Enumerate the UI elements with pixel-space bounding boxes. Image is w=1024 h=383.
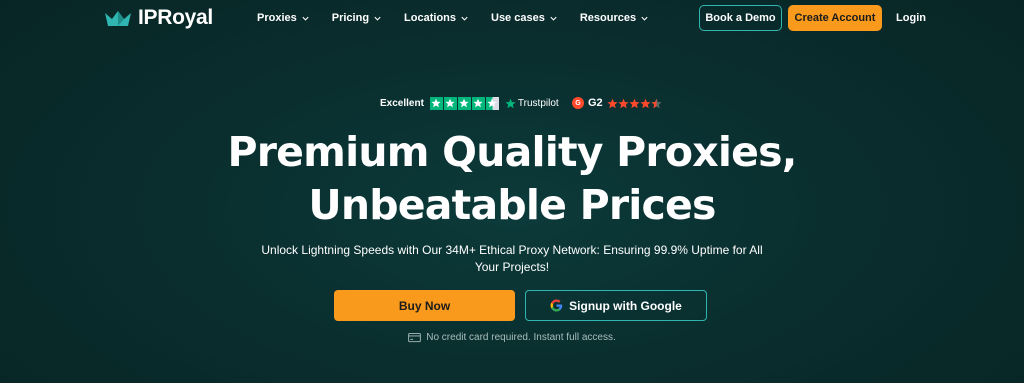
ratings-bar: Excellent Trustpilot G G2 — [0, 95, 1024, 111]
star-icon — [618, 98, 629, 108]
nav-item-label: Proxies — [257, 12, 297, 24]
book-demo-button[interactable]: Book a Demo — [699, 5, 782, 31]
nav-item-label: Locations — [404, 12, 456, 24]
nav-item-label: Resources — [579, 12, 637, 24]
star-icon — [471, 96, 485, 110]
g2-stars — [607, 98, 662, 109]
google-signup-label: Signup with Google — [569, 298, 682, 313]
buy-now-button[interactable]: Buy Now — [334, 290, 515, 321]
google-signup-button[interactable]: Signup with Google — [525, 290, 707, 321]
trustpilot-stars — [429, 96, 499, 110]
trustpilot-brand-text: Trustpilot — [517, 97, 559, 109]
chevron-down-icon — [302, 16, 309, 21]
nav-item-label: Pricing — [331, 12, 370, 24]
star-icon — [607, 98, 618, 108]
nav-item-proxies[interactable]: Proxies — [257, 12, 310, 24]
logo-text: IPRoyal — [138, 6, 213, 29]
nav-item-locations[interactable]: Locations — [404, 12, 469, 24]
logo[interactable]: IPRoyal — [104, 6, 213, 30]
star-icon — [443, 96, 457, 110]
half-star-icon — [651, 98, 662, 108]
g2-label: G2 — [588, 97, 603, 109]
g2-logo-icon: G — [572, 97, 584, 109]
nav-item-resources[interactable]: Resources — [580, 12, 649, 24]
top-navbar: IPRoyal Proxies Pricing Locations Use ca… — [0, 0, 1024, 36]
trustpilot-rating[interactable]: Excellent Trustpilot — [380, 95, 559, 111]
trustpilot-brand: Trustpilot — [505, 98, 559, 109]
star-icon — [429, 96, 443, 110]
create-account-button[interactable]: Create Account — [788, 5, 882, 31]
chevron-down-icon — [641, 16, 648, 21]
credit-card-icon — [408, 332, 422, 342]
nav-item-use-cases[interactable]: Use cases — [491, 12, 558, 24]
chevron-down-icon — [374, 16, 381, 21]
no-credit-card-note: No credit card required. Instant full ac… — [0, 330, 1024, 344]
nav-item-label: Use cases — [491, 12, 545, 24]
no-credit-card-text: No credit card required. Instant full ac… — [426, 331, 616, 343]
hero-title: Premium Quality Proxies, Unbeatable Pric… — [0, 126, 1024, 232]
google-icon — [550, 299, 563, 312]
chevron-down-icon — [461, 16, 468, 21]
star-icon — [640, 98, 651, 108]
nav-menu: Proxies Pricing Locations Use cases Reso… — [257, 0, 671, 36]
half-star-icon — [485, 96, 499, 110]
star-icon — [457, 96, 471, 110]
hero-title-line2: Unbeatable Prices — [308, 181, 716, 229]
star-icon — [629, 98, 640, 108]
hero-subtitle: Unlock Lightning Speeds with Our 34M+ Et… — [261, 243, 763, 274]
chevron-down-icon — [550, 16, 557, 21]
hero-title-line1: Premium Quality Proxies, — [227, 128, 798, 176]
trustpilot-star-icon — [505, 98, 516, 108]
crown-logo-icon — [105, 11, 131, 26]
login-link[interactable]: Login — [892, 5, 930, 31]
trustpilot-label: Excellent — [380, 97, 424, 109]
nav-item-pricing[interactable]: Pricing — [332, 12, 382, 24]
g2-rating[interactable]: G G2 — [572, 95, 662, 111]
